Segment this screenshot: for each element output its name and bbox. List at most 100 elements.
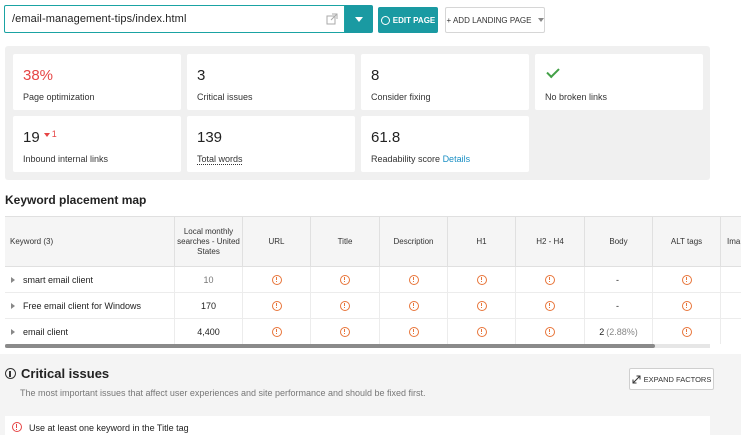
warning-icon xyxy=(340,300,350,311)
warning-icon xyxy=(681,274,692,285)
title-cell xyxy=(311,319,380,344)
searches-cell: 170 xyxy=(175,293,243,318)
title-cell xyxy=(311,293,380,318)
keyword-text: email client xyxy=(23,326,69,337)
gear-icon xyxy=(380,15,390,25)
external-link-icon[interactable] xyxy=(326,13,338,25)
keyword-map-title: Keyword placement map xyxy=(5,193,147,207)
searches-cell: 10 xyxy=(175,267,243,292)
warning-icon xyxy=(681,300,692,311)
header-searches[interactable]: Local monthly searches - United States xyxy=(175,217,243,266)
url-cell xyxy=(243,293,311,318)
description-cell xyxy=(380,267,448,292)
warning-icon xyxy=(340,326,350,337)
h1-cell xyxy=(448,267,516,292)
metrics-panel: 38% Page optimization 3 Critical issues … xyxy=(5,46,710,180)
header-alt-tags[interactable]: ALT tags xyxy=(653,217,721,266)
description-cell xyxy=(380,293,448,318)
header-url[interactable]: URL xyxy=(243,217,311,266)
edit-page-label: EDIT PAGE xyxy=(392,15,436,25)
chevron-down-icon xyxy=(355,17,363,22)
metric-total-words: 139 Total words xyxy=(187,116,355,172)
chevron-down-icon xyxy=(537,18,544,22)
warning-icon xyxy=(408,274,419,285)
critical-issues-description: The most important issues that affect us… xyxy=(20,388,426,398)
critical-issues-section: Critical issues The most important issue… xyxy=(0,354,741,435)
horizontal-scrollbar[interactable] xyxy=(5,344,710,348)
body-count: - xyxy=(616,274,619,285)
url-dropdown-button[interactable] xyxy=(345,5,373,33)
critical-issues-heading: Critical issues xyxy=(5,366,109,381)
header-h2-h4[interactable]: H2 - H4 xyxy=(516,217,585,266)
url-field[interactable]: /email-management-tips/index.html xyxy=(4,5,345,33)
expand-arrow-icon[interactable] xyxy=(11,302,15,309)
warning-icon xyxy=(271,300,282,311)
url-cell xyxy=(243,319,311,344)
metric-value: 38% xyxy=(23,67,54,84)
warning-icon xyxy=(476,300,487,311)
metric-label: No broken links xyxy=(545,92,608,102)
expand-arrow-icon[interactable] xyxy=(11,328,15,335)
warning-icon xyxy=(271,274,282,285)
warning-icon xyxy=(340,274,350,285)
header-h1[interactable]: H1 xyxy=(448,217,516,266)
table-header: Keyword (3) Local monthly searches - Uni… xyxy=(5,217,741,267)
body-count: - xyxy=(616,300,619,311)
header-title[interactable]: Title xyxy=(311,217,380,266)
metric-critical-issues[interactable]: 3 Critical issues xyxy=(187,54,355,110)
keyword-cell: Free email client for Windows xyxy=(5,293,175,318)
metric-consider-fixing[interactable]: 8 Consider fixing xyxy=(361,54,529,110)
metric-page-optimization: 38% Page optimization xyxy=(13,54,181,110)
checkmark-icon xyxy=(546,64,560,79)
table-row[interactable]: Free email client for Windows 170 - xyxy=(5,293,741,319)
url-toolbar: /email-management-tips/index.html EDIT P… xyxy=(4,5,741,33)
metric-value: 139 xyxy=(197,129,223,146)
header-images[interactable]: Ima xyxy=(721,217,741,266)
header-body[interactable]: Body xyxy=(585,217,653,266)
details-link[interactable]: Details xyxy=(443,154,471,164)
warning-icon xyxy=(408,300,419,311)
alt-tags-cell xyxy=(653,267,721,292)
metric-label: Consider fixing xyxy=(371,92,431,102)
header-description[interactable]: Description xyxy=(380,217,448,266)
metric-value: 3 xyxy=(197,67,206,84)
add-landing-page-button[interactable]: + ADD LANDING PAGE xyxy=(445,7,545,33)
scrollbar-thumb[interactable] xyxy=(5,344,655,348)
inbound-delta-value: 1 xyxy=(51,129,57,139)
body-percent: (2.88%) xyxy=(606,326,638,337)
metric-label[interactable]: Total words xyxy=(197,154,243,164)
h1-cell xyxy=(448,293,516,318)
url-cell xyxy=(243,267,311,292)
inbound-value: 19 xyxy=(23,129,40,146)
issue-item[interactable]: Use at least one keyword in the Title ta… xyxy=(5,416,710,435)
add-landing-page-label: + ADD LANDING PAGE xyxy=(446,15,532,25)
header-keyword[interactable]: Keyword (3) xyxy=(5,217,175,266)
table-row[interactable]: email client 4,400 2 (2.88%) xyxy=(5,319,741,344)
body-count: 2 xyxy=(599,326,605,337)
warning-icon xyxy=(545,326,555,337)
expand-factors-label: EXPAND FACTORS xyxy=(643,374,712,384)
warning-icon xyxy=(408,326,419,337)
edit-page-button[interactable]: EDIT PAGE xyxy=(378,7,438,33)
readability-label: Readability score xyxy=(371,154,441,164)
expand-factors-button[interactable]: EXPAND FACTORS xyxy=(629,368,714,390)
table-row[interactable]: smart email client 10 - xyxy=(5,267,741,293)
body-cell: - xyxy=(585,267,653,292)
keyword-text: Free email client for Windows xyxy=(23,300,142,311)
metric-inbound-links: 19 1 Inbound internal links xyxy=(13,116,181,172)
warning-icon xyxy=(271,326,282,337)
down-arrow-icon xyxy=(43,132,50,137)
metric-broken-links: No broken links xyxy=(535,54,703,110)
searches-cell: 4,400 xyxy=(175,319,243,344)
metric-label: Readability score Details xyxy=(371,154,470,164)
alt-tags-cell xyxy=(653,319,721,344)
expand-arrow-icon[interactable] xyxy=(11,276,15,283)
alert-circle-icon xyxy=(5,368,16,379)
alt-tags-cell xyxy=(653,293,721,318)
metric-value: 8 xyxy=(371,67,380,84)
critical-issues-title: Critical issues xyxy=(21,366,110,381)
warning-icon xyxy=(476,274,487,285)
metric-label: Page optimization xyxy=(23,92,95,102)
body-cell: - xyxy=(585,293,653,318)
error-icon xyxy=(12,422,22,432)
